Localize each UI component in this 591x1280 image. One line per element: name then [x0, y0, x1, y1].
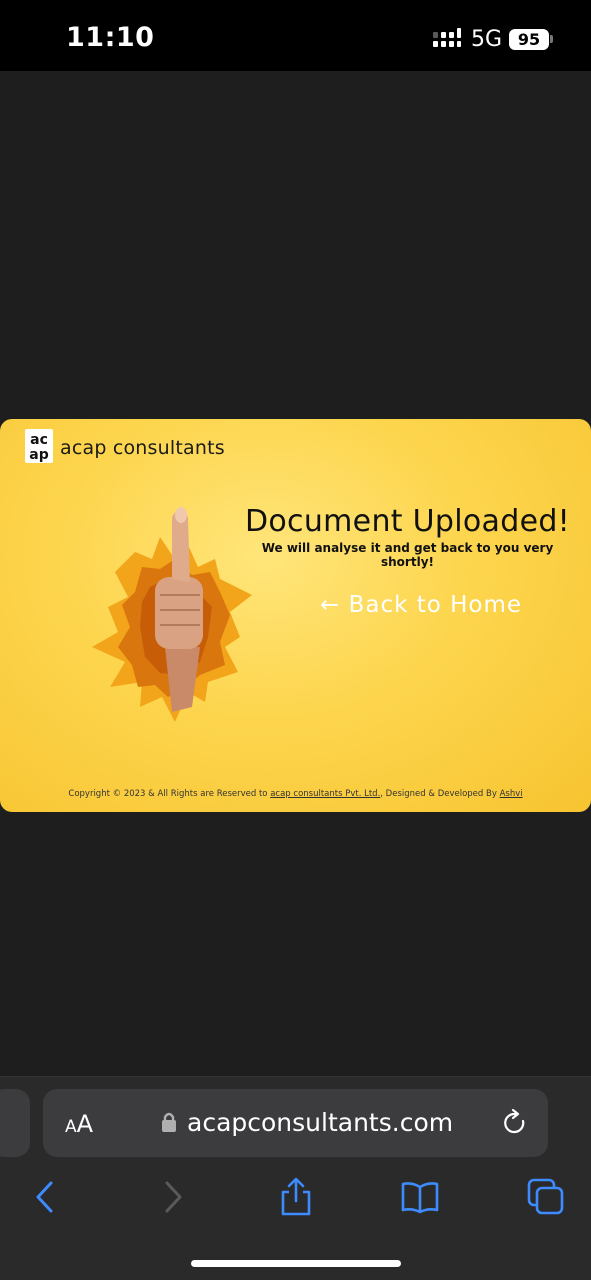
footer-prefix: Copyright © 2023 & All Rights are Reserv…	[68, 789, 271, 799]
back-icon[interactable]	[26, 1177, 66, 1217]
reload-icon[interactable]	[501, 1109, 529, 1137]
network-type: 5G	[471, 27, 503, 52]
footer-middle: , Designed & Developed By	[380, 789, 500, 799]
status-bar: 11:10 5G 95	[0, 0, 591, 71]
lock-icon	[162, 1112, 176, 1132]
battery-tip	[550, 35, 553, 43]
forward-icon[interactable]	[152, 1177, 192, 1217]
signal-icon	[433, 28, 461, 47]
developer-link[interactable]: Ashvi	[500, 789, 523, 799]
company-link[interactable]: acap consultants Pvt. Ltd.	[270, 789, 380, 799]
text-size-button[interactable]: AA	[65, 1110, 93, 1138]
svg-text:ap: ap	[29, 447, 48, 463]
previous-tab-preview[interactable]	[0, 1089, 30, 1157]
browser-toolbar: AA acapconsultants.com	[0, 1076, 591, 1280]
url-text[interactable]: acapconsultants.com	[187, 1108, 453, 1137]
brand-name[interactable]: acap consultants	[60, 437, 225, 459]
share-icon[interactable]	[276, 1177, 316, 1217]
bookmarks-icon[interactable]	[400, 1177, 440, 1217]
status-time: 11:10	[66, 22, 155, 53]
home-indicator[interactable]	[191, 1260, 401, 1267]
address-bar[interactable]: AA acapconsultants.com	[43, 1089, 548, 1157]
logo-mark[interactable]: ac ap	[25, 429, 53, 463]
battery-icon: 95	[509, 29, 549, 50]
tabs-icon[interactable]	[526, 1177, 566, 1217]
thumbs-up-illustration	[92, 507, 252, 722]
page-title: Document Uploaded!	[245, 504, 570, 539]
footer-copyright: Copyright © 2023 & All Rights are Reserv…	[0, 789, 591, 799]
acap-logo-icon: ac ap	[29, 432, 48, 463]
page-subtitle: We will analyse it and get back to you v…	[261, 541, 554, 569]
confirmation-card: ac ap acap consultants Document Uploaded…	[0, 419, 591, 812]
back-to-home-link[interactable]: ← Back to Home	[320, 592, 522, 618]
svg-text:ac: ac	[30, 432, 48, 448]
